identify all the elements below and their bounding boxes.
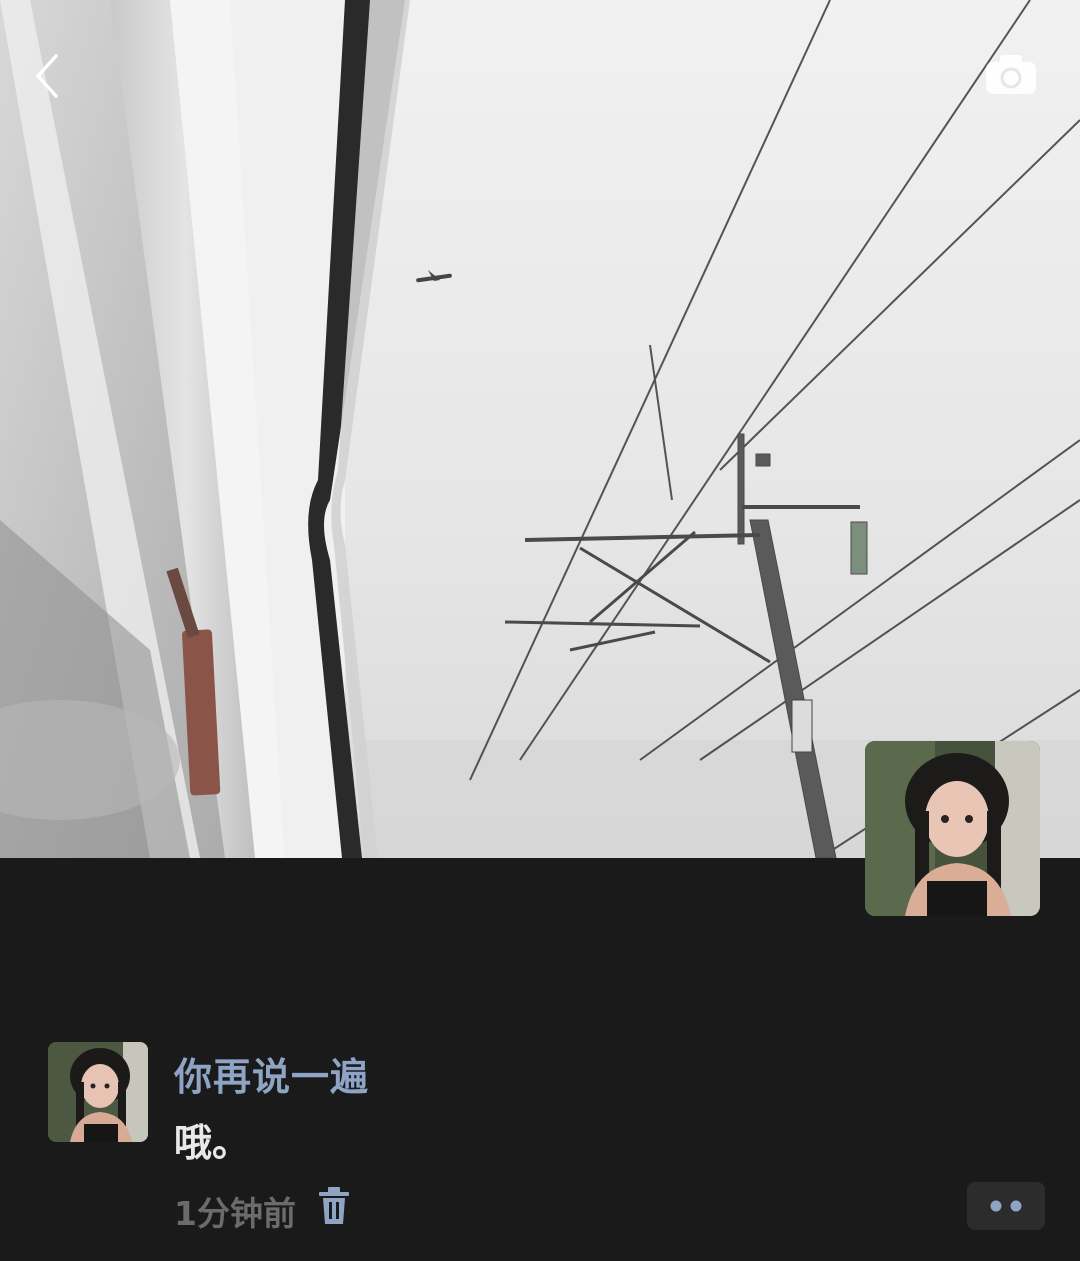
avatar-photo: [865, 741, 1040, 916]
back-button[interactable]: [22, 50, 74, 102]
post-author-avatar[interactable]: [48, 1042, 148, 1142]
cover-photo-image: [0, 0, 1080, 858]
cover-photo[interactable]: [0, 0, 1080, 858]
post-entry: 你再说一遍 哦。 1分钟前: [48, 1042, 1048, 1242]
chevron-left-icon: [36, 54, 58, 98]
camera-icon: [986, 55, 1036, 94]
post-text: 哦。: [174, 1121, 251, 1165]
profile-avatar[interactable]: [865, 741, 1040, 916]
camera-button[interactable]: [984, 52, 1038, 96]
avatar-photo: [48, 1042, 148, 1142]
more-dots-icon: [990, 1200, 1022, 1212]
delete-button[interactable]: [316, 1186, 352, 1226]
post-author-name[interactable]: 你再说一遍: [174, 1046, 369, 1101]
post-timestamp: 1分钟前: [174, 1194, 296, 1233]
more-options-button[interactable]: [967, 1182, 1045, 1230]
trash-icon: [319, 1187, 349, 1224]
